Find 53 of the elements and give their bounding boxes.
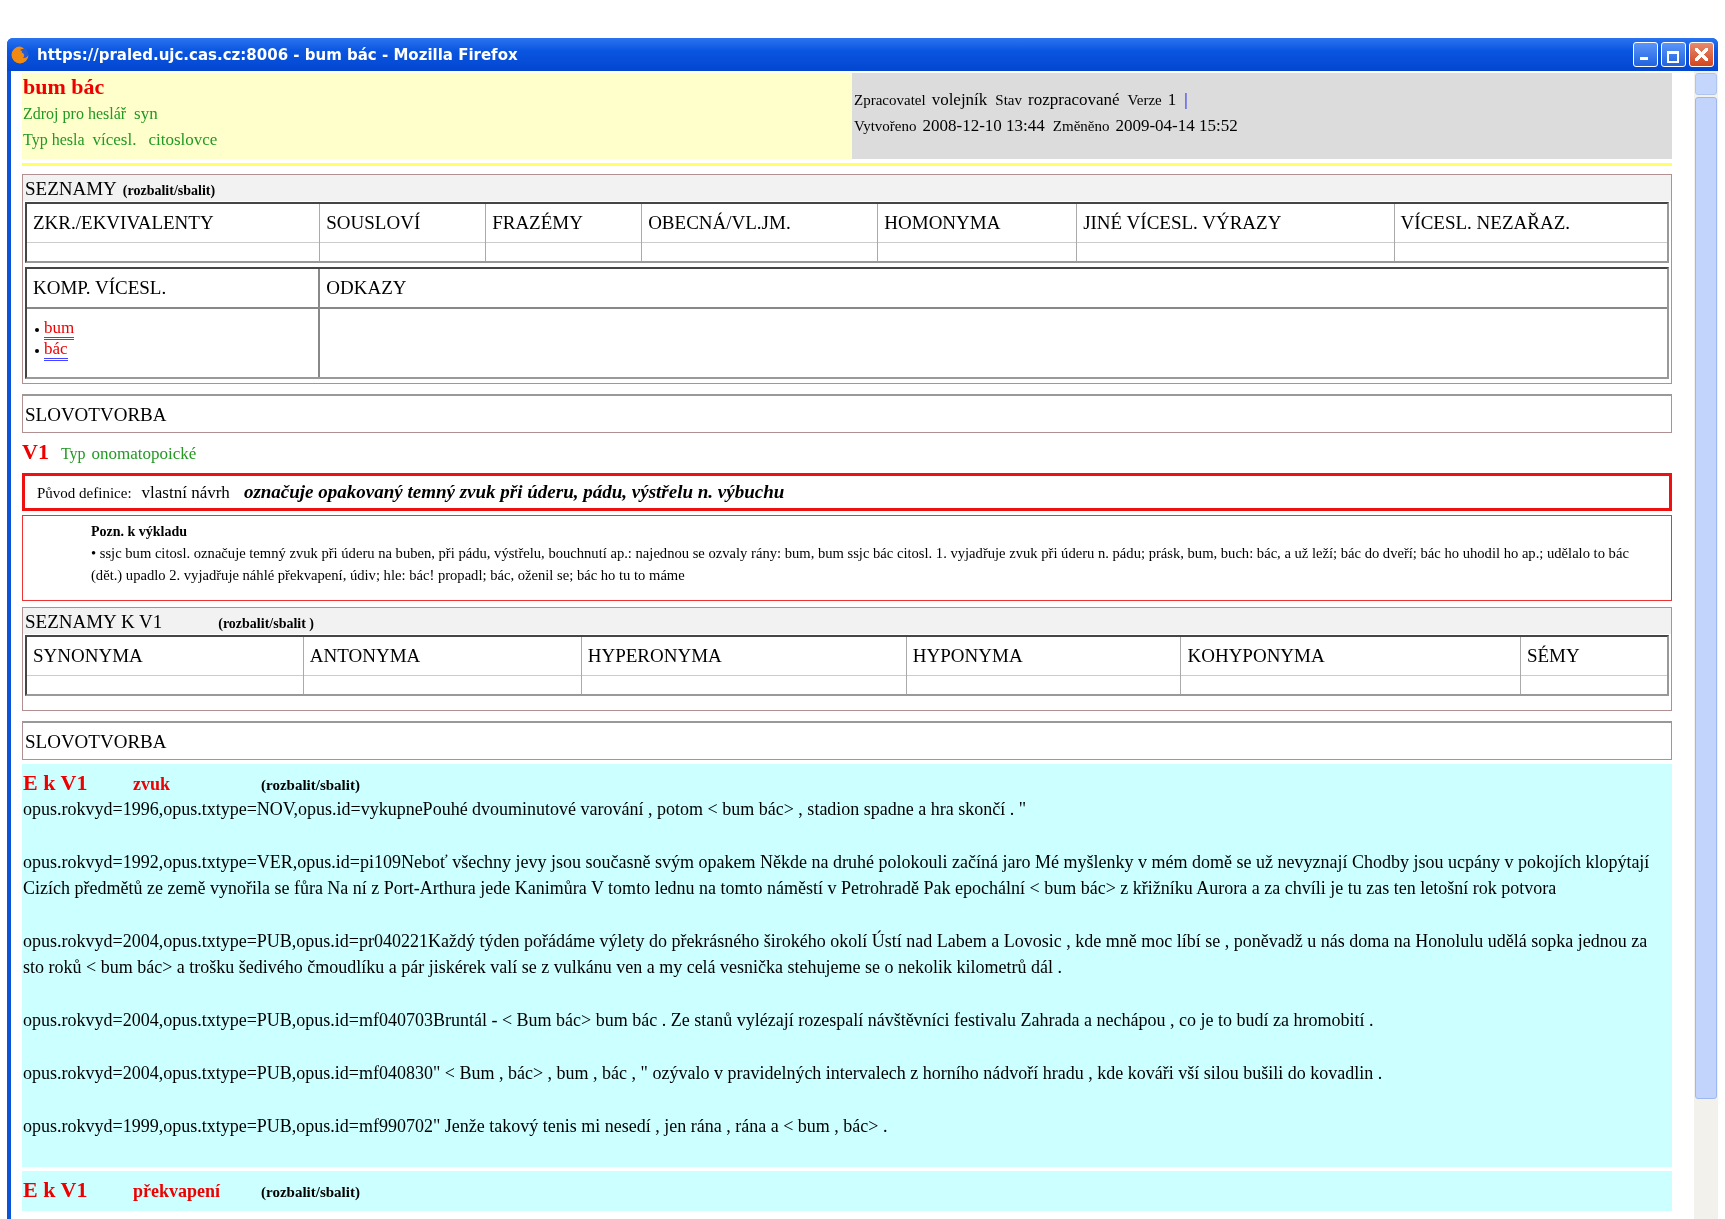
- meta-value: rozpracované: [1028, 89, 1120, 111]
- window-title: https://praled.ujc.cas.cz:8006 - bum bác - Mozilla Firefox: [37, 45, 519, 64]
- close-button[interactable]: [1689, 42, 1714, 67]
- meta-label: Vytvořeno: [854, 117, 917, 136]
- meta-label: Stav: [995, 91, 1022, 110]
- section-title: SEZNAMY K V1: [25, 611, 163, 633]
- type-value: vícesl.: [92, 129, 137, 151]
- meaning-label: V1: [22, 439, 49, 465]
- definition-text: označuje opakovaný temný zvuk při úderu, pádu, výstřelu n. výbuchu: [243, 481, 785, 503]
- citation-text: opus.rokvyd=2004,opus.txtype=PUB,opus.id=mf040703Bruntál - < Bum bác> bum bác . Ze stanů vylézají rozespalí návštěvníci festivalu Zahrada a nechápou , co je to budí za hromobití .: [23, 1009, 1375, 1032]
- toggle-link[interactable]: (rozbalit/sbalit): [261, 1184, 360, 1201]
- link[interactable]: bác: [44, 340, 68, 361]
- note-text: • ssjc bum citosl. označuje temný zvuk při úderu na buben, při pádu, výstřelu, bouchnutí ap.: najednou se ozvaly rány: bum, bum ssjc bác citosl. 1. vyjadřuje zvuk při úderu n. pádu; prásk, bum, buch: bác, a už leží; bác do dveří; bác ho uhodil ho ap.; udělalo to bác (dět.) upadlo 2. vyjadřuje náhlé překvapení, údiv; hle: bác! propadl; bác, oženil se; bác ho tu to máme: [91, 544, 1630, 585]
- minimize-button[interactable]: [1633, 42, 1658, 67]
- examples-topic: překvapení: [133, 1181, 221, 1202]
- meta-label: Zpracovatel: [854, 91, 926, 110]
- meta-value: 1: [1167, 89, 1177, 111]
- type-label: Typ: [60, 445, 86, 463]
- origin-label: Původ definice:: [37, 485, 132, 502]
- citation-text: opus.rokvyd=1999,opus.txtype=PUB,opus.id=mf990702" Jenže takový tenis mi nesedí , jen rána , rána a < bum , bác> .: [23, 1115, 889, 1138]
- citation-text: opus.rokvyd=1996,opus.txtype=NOV,opus.id=vykupnePouhé dvouminutové varování , potom < bum bác> , stadion spadne a hra skončí . ": [23, 798, 1028, 821]
- meta-value: 2009-04-14 15:52: [1115, 115, 1238, 137]
- source-label: Zdroj pro heslář: [23, 104, 127, 125]
- examples-label: E k V1: [23, 770, 89, 796]
- scroll-thumb[interactable]: [1695, 97, 1717, 1099]
- meta-value: volejník: [931, 89, 988, 111]
- meta-value: 2008-12-10 13:44: [922, 115, 1045, 137]
- citation-text: opus.rokvyd=1992,opus.txtype=VER,opus.id=pi109Neboť všechny jevy jsou současně svým opakem Někde na druhé polokouli začíná jaro Mé myšlenky v mém domě se už nevyznají Chodby jsou ucpány v pokojích klopýtají Cizích předmětů ze země vynořila se fůra Na ní z Port-Arthura jede Kanimůra V tomto lednu na tomto náměstí v Petrohradě Pak epochální < bum bác> z křižníku Aurora a za chvíli je tu zas ten letošní rok potvora: [23, 851, 1651, 900]
- entry-title: bum bác: [23, 74, 106, 101]
- section-title: SLOVOTVORBA: [25, 731, 167, 753]
- toggle-link[interactable]: (rozbalit/sbalit): [122, 183, 216, 199]
- restore-button[interactable]: [1661, 42, 1686, 67]
- meta-label: Změněno: [1052, 117, 1110, 136]
- type-value: onomatopoické: [91, 444, 197, 464]
- separator: |: [1184, 89, 1188, 111]
- section-title: SLOVOTVORBA: [25, 404, 167, 426]
- examples-label: E k V1: [23, 1177, 89, 1203]
- note-title: Pozn. k výkladu: [91, 523, 189, 541]
- scrollbar[interactable]: [1694, 71, 1718, 1219]
- bullet-icon: [35, 327, 39, 332]
- type-label: Typ hesla: [23, 130, 85, 151]
- source-value: syn: [134, 103, 158, 125]
- toggle-link[interactable]: (rozbalit/sbalit): [261, 777, 360, 794]
- bullet-icon: [35, 348, 39, 353]
- citation-text: opus.rokvyd=2004,opus.txtype=PUB,opus.id=pr040221Každý týden pořádáme výlety do překrásného širokého okolí Ústí nad Labem a Lovosic , kde mně moc líbí se , poněvadž u nás doma na Honolulu udělá sopka jednou za sto roků < bum bác> a trošku šedivého čmoudlíku a pár jiskérek valí se z vulkánu ven a my celá vesnička stehujeme se o nekolik kilometrů dál .: [23, 929, 1649, 979]
- meta-label: Verze: [1127, 91, 1162, 110]
- toggle-link[interactable]: (rozbalit/sbalit ): [218, 616, 315, 632]
- citation-text: opus.rokvyd=2004,opus.txtype=PUB,opus.id=mf040830" < Bum , bác> , bum , bác , " ozývalo v pravidelných intervalech z horního nádvoří hradu , kde kováři vší silou bušili do kovadlin .: [23, 1062, 1384, 1085]
- section-title: SEZNAMY: [25, 178, 117, 200]
- type-value: citoslovce: [148, 129, 218, 151]
- origin-value: vlastní návrh: [141, 483, 230, 503]
- link[interactable]: bum: [44, 319, 75, 340]
- examples-topic: zvuk: [133, 774, 171, 795]
